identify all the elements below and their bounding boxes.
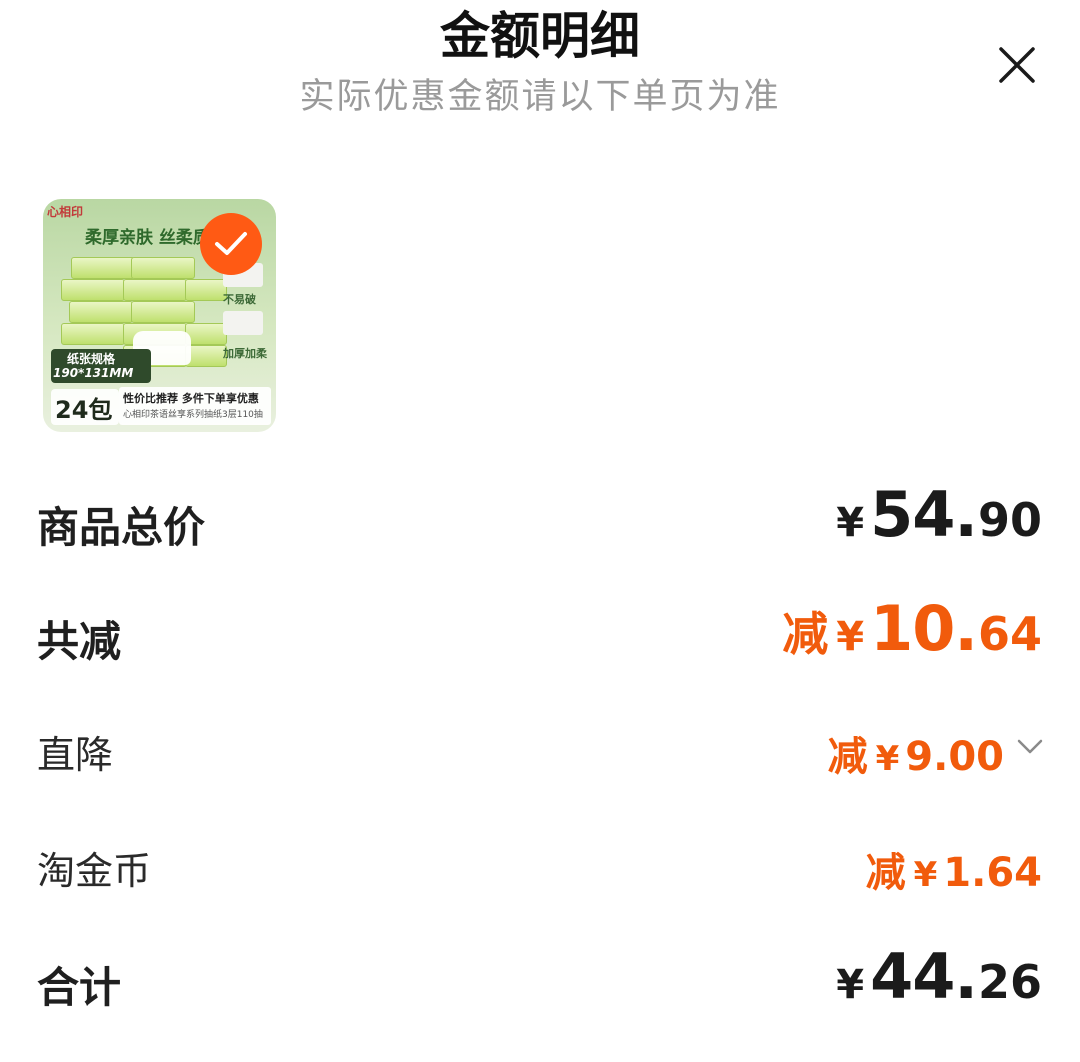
- page-subtitle: 实际优惠金额请以下单页为准: [299, 77, 781, 117]
- close-button[interactable]: [996, 44, 1038, 86]
- total-discount-integer: 10: [870, 592, 955, 665]
- side-label-2: 加厚加柔: [223, 347, 267, 360]
- spec-title: 纸张规格: [67, 352, 116, 366]
- grand-total-label: 合计: [37, 963, 122, 1012]
- direct-discount-value: 9.00: [905, 734, 1004, 780]
- discount-prefix: 减: [782, 607, 829, 661]
- amount-detail-sheet: 金额明细 实际优惠金额请以下单页为准 心相印 柔厚亲肤 丝柔质 不易破 加厚加柔…: [0, 0, 1080, 1062]
- side-label-1: 不易破: [223, 293, 256, 306]
- direct-discount-label: 直降: [37, 733, 114, 777]
- currency-symbol: ¥: [913, 855, 938, 895]
- page-title: 金额明细: [440, 7, 640, 65]
- decimal-point: .: [954, 592, 978, 665]
- total-discount-amount: 减 ¥ 10 . 64: [782, 592, 1042, 665]
- grand-total-amount: ¥ 44 . 26: [836, 940, 1042, 1013]
- product-banner-text: 柔厚亲肤 丝柔质: [85, 228, 210, 248]
- promo-text: 性价比推荐 多件下单享优惠: [123, 392, 259, 405]
- taojinbi-value: 1.64: [943, 850, 1042, 896]
- chevron-down-icon: [1017, 739, 1043, 754]
- decimal-point: .: [954, 940, 978, 1013]
- total-price-integer: 54: [870, 478, 955, 551]
- total-discount-decimal: 64: [977, 607, 1042, 661]
- taojinbi-label: 淘金币: [37, 849, 152, 893]
- side-chip: [223, 311, 263, 335]
- decimal-point: .: [954, 478, 978, 551]
- currency-symbol: ¥: [836, 962, 865, 1008]
- taojinbi-amount: 减 ¥ 1.64: [866, 840, 1042, 898]
- selected-badge[interactable]: [200, 213, 262, 275]
- total-discount-label: 共减: [37, 617, 122, 666]
- product-brand: 心相印: [47, 205, 84, 219]
- currency-symbol: ¥: [836, 500, 865, 546]
- pack-count: 24包: [55, 396, 113, 424]
- promo-subtext: 心相印茶语丝享系列抽纸3层110抽: [123, 410, 263, 420]
- total-price-amount: ¥ 54 . 90: [836, 478, 1042, 551]
- direct-discount-amount[interactable]: 减 ¥ 9.00: [828, 724, 1004, 782]
- total-price-label: 商品总价: [37, 503, 206, 552]
- check-icon: [215, 232, 247, 255]
- direct-discount-prefix: 减: [827, 734, 868, 780]
- expand-direct-discount-button[interactable]: [1016, 738, 1044, 756]
- currency-symbol: ¥: [875, 739, 900, 779]
- spec-size: 190*131MM: [53, 366, 134, 380]
- grand-total-decimal: 26: [977, 955, 1042, 1009]
- taojinbi-prefix: 减: [865, 850, 906, 896]
- grand-total-integer: 44: [870, 940, 955, 1013]
- close-icon: [999, 47, 1035, 83]
- total-price-decimal: 90: [977, 493, 1042, 547]
- currency-symbol: ¥: [836, 614, 865, 660]
